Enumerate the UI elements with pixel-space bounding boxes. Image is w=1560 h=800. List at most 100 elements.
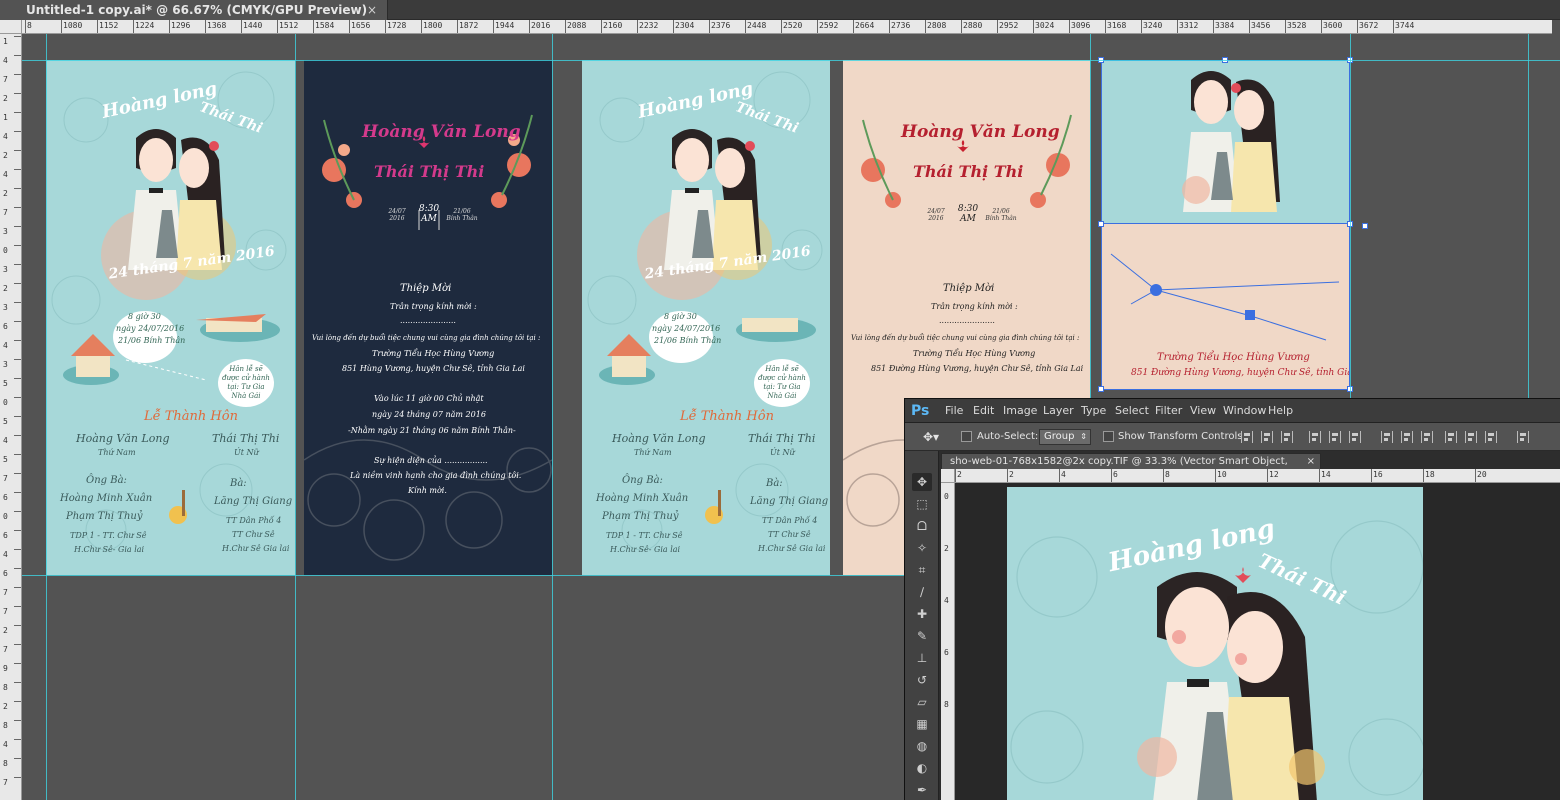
guide-vertical[interactable] — [295, 34, 296, 800]
marquee-tool-icon[interactable]: ⬚ — [912, 495, 932, 513]
ruler-tick — [14, 397, 21, 398]
distribute-hcenter-icon[interactable] — [1465, 431, 1477, 443]
ps-ruler-corner[interactable] — [941, 469, 955, 483]
bubble-lunar: 21/06 Bính Thân — [654, 336, 722, 345]
dodge-tool-icon[interactable]: ◐ — [912, 759, 932, 777]
artboard-navy-invitation[interactable]: Hoàng Văn Long Thái Thị Thi 24/07 2016 8… — [304, 60, 552, 575]
ruler-tick — [1357, 20, 1358, 33]
blur-tool-icon[interactable]: ◍ — [912, 737, 932, 755]
brush-tool-icon[interactable]: ✎ — [912, 627, 932, 645]
photoshop-document-tab[interactable]: sho-web-01-768x1582@2x copy.TIF @ 33.3% … — [941, 453, 1321, 483]
ruler-tick — [1371, 469, 1372, 482]
eyedropper-tool-icon[interactable]: ∕ — [912, 583, 932, 601]
menu-view[interactable]: View — [1190, 399, 1216, 423]
vertical-ruler[interactable]: 1 4 7 2 1 4 2 4 2 7 3 0 3 2 3 6 4 3 5 0 5 4 5 7 6 0 6 4 6 7 7 2 7 9 8 2 8 4 8 7 — [0, 34, 22, 800]
menu-window[interactable]: Window — [1223, 399, 1266, 423]
ruler-tick-label: 0 — [3, 398, 8, 407]
distribute-top-icon[interactable] — [1381, 431, 1393, 443]
menu-file[interactable]: File — [945, 399, 963, 423]
ruler-tick-label: 1800 — [423, 21, 443, 30]
auto-select-dropdown[interactable]: Group ⇕ — [1039, 429, 1091, 445]
close-icon[interactable]: × — [367, 0, 377, 20]
pen-tool-icon[interactable]: ✒ — [912, 781, 932, 799]
ruler-tick-label: 6 — [3, 569, 8, 578]
ruler-tick — [14, 416, 21, 417]
illustrator-workspace: Untitled-1 copy.ai* @ 66.67% (CMYK/GPU P… — [0, 0, 1560, 800]
selection-handle[interactable] — [1362, 223, 1368, 229]
invite-venue: Trường Tiểu Học Hùng Vương — [372, 349, 495, 358]
eraser-tool-icon[interactable]: ▱ — [912, 693, 932, 711]
gradient-tool-icon[interactable]: ▦ — [912, 715, 932, 733]
ruler-tick — [1059, 469, 1060, 482]
photoshop-window[interactable]: Ps File Edit Image Layer Type Select Fil… — [904, 398, 1560, 800]
transform-controls-checkbox[interactable] — [1103, 431, 1114, 442]
align-right-icon[interactable] — [1349, 431, 1361, 443]
ruler-tick-label: 2 — [3, 626, 8, 635]
healing-brush-tool-icon[interactable]: ✚ — [912, 605, 932, 623]
artboard-selected-map[interactable]: Trường Tiểu Học Hùng Vương 851 Đường Hùn… — [1101, 60, 1350, 390]
align-top-icon[interactable] — [1241, 431, 1253, 443]
ps-vertical-ruler[interactable]: 0 2 4 6 8 — [941, 483, 955, 800]
selection-handle[interactable] — [1098, 221, 1104, 227]
guide-vertical[interactable] — [46, 34, 47, 800]
move-tool-icon[interactable]: ✥ — [912, 473, 932, 491]
menu-layer[interactable]: Layer — [1043, 399, 1074, 423]
guide-vertical[interactable] — [552, 34, 553, 800]
magic-wand-tool-icon[interactable]: ✧ — [912, 539, 932, 557]
ruler-tick-label: 1656 — [351, 21, 371, 30]
guide-horizontal[interactable] — [22, 60, 1560, 61]
selection-handle[interactable] — [1098, 386, 1104, 392]
distribute-vcenter-icon[interactable] — [1401, 431, 1413, 443]
ruler-tick-label: 3168 — [1107, 21, 1127, 30]
menu-type[interactable]: Type — [1081, 399, 1106, 423]
ruler-tick — [961, 20, 962, 33]
ruler-tick-label: 2160 — [603, 21, 623, 30]
ruler-tick-label: 2016 — [531, 21, 551, 30]
artboard-teal-card-1[interactable]: Hoàng long Thái Thi 24 tháng 7 năm 2016 … — [46, 60, 295, 575]
ruler-tick — [14, 701, 21, 702]
ruler-tick-label: 2736 — [891, 21, 911, 30]
ruler-tick — [14, 36, 21, 37]
ruler-tick — [1213, 20, 1214, 33]
auto-align-icon[interactable] — [1517, 431, 1529, 443]
distribute-right-icon[interactable] — [1485, 431, 1497, 443]
artboard-teal-card-2[interactable]: Hoàng long Thái Thi 24 tháng 7 năm 2016 … — [582, 60, 830, 575]
document-tab[interactable]: Untitled-1 copy.ai* @ 66.67% (CMYK/GPU P… — [0, 0, 388, 20]
clone-stamp-tool-icon[interactable]: ⊥ — [912, 649, 932, 667]
horizontal-ruler[interactable]: 8 1080 1152 1224 1296 1368 1440 1512 1584 1656 172… — [22, 20, 1552, 34]
move-tool-icon[interactable]: ✥▾ — [923, 430, 939, 444]
lasso-tool-icon[interactable]: ᗝ — [912, 517, 932, 535]
ruler-corner[interactable] — [0, 20, 22, 34]
ruler-tick-label: 7 — [3, 607, 8, 616]
distribute-bottom-icon[interactable] — [1421, 431, 1433, 443]
ruler-tick-label: 3384 — [1215, 21, 1235, 30]
bride-role: Út Nữ — [770, 448, 795, 457]
ruler-tick-label: 6 — [944, 648, 949, 657]
ps-image-canvas[interactable]: Hoàng long Thái Thi — [1007, 487, 1423, 800]
distribute-left-icon[interactable] — [1445, 431, 1457, 443]
invite-body: Vui lòng đến dự buổi tiệc chung vui cùng… — [312, 334, 541, 342]
menu-filter[interactable]: Filter — [1155, 399, 1182, 423]
bride-name: Thái Thị Thi — [748, 432, 816, 445]
align-left-icon[interactable] — [1309, 431, 1321, 443]
ruler-tick — [493, 20, 494, 33]
menu-select[interactable]: Select — [1115, 399, 1149, 423]
menu-help[interactable]: Help — [1268, 399, 1293, 423]
ruler-tick-label: 1440 — [243, 21, 263, 30]
close-icon[interactable]: × — [1307, 454, 1315, 470]
align-vcenter-icon[interactable] — [1261, 431, 1273, 443]
selection-bounding-box[interactable] — [1101, 60, 1350, 390]
align-bottom-icon[interactable] — [1281, 431, 1293, 443]
ruler-tick — [955, 469, 956, 482]
menu-image[interactable]: Image — [1003, 399, 1037, 423]
crop-tool-icon[interactable]: ⌗ — [912, 561, 932, 579]
auto-select-checkbox[interactable] — [961, 431, 972, 442]
selection-divider — [1101, 223, 1350, 224]
align-hcenter-icon[interactable] — [1329, 431, 1341, 443]
groom-name: Hoàng Văn Long — [76, 432, 170, 445]
ruler-tick — [853, 20, 854, 33]
ruler-tick — [205, 20, 206, 33]
menu-edit[interactable]: Edit — [973, 399, 994, 423]
history-brush-tool-icon[interactable]: ↺ — [912, 671, 932, 689]
ps-horizontal-ruler[interactable]: 2 2 4 6 8 10 12 14 16 18 20 — [955, 469, 1560, 483]
